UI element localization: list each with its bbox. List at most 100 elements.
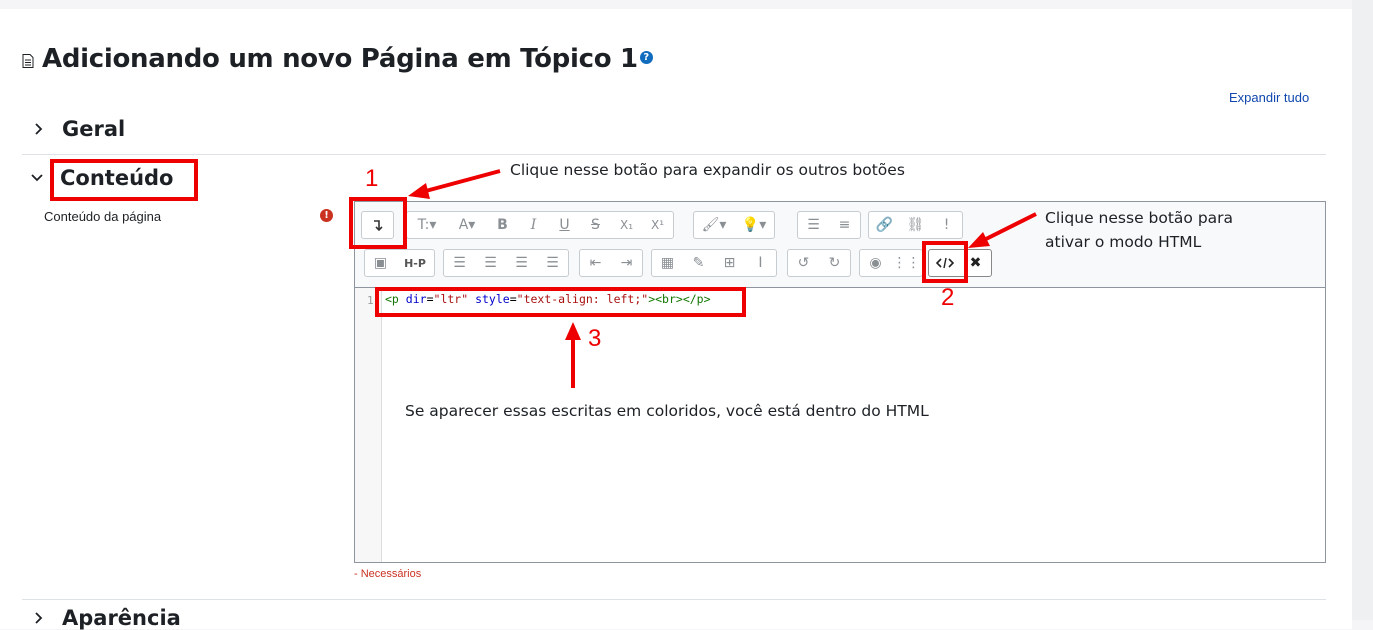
subscript-icon: X₁ bbox=[619, 218, 634, 232]
clear-format-button[interactable]: I bbox=[745, 250, 776, 276]
italic-button[interactable]: I bbox=[518, 212, 549, 238]
align-right-button[interactable]: ☰ bbox=[506, 250, 537, 276]
annotation-note-2-line1: Clique nesse botão para bbox=[1045, 209, 1234, 227]
group-style: 🖌▾ 💡▾ bbox=[693, 211, 775, 239]
outdent-button[interactable]: ⇤ bbox=[580, 250, 611, 276]
accessibility-button[interactable]: ◉ bbox=[860, 250, 891, 276]
table-button[interactable]: ⊞ bbox=[714, 250, 745, 276]
indent-icon: ⇥ bbox=[620, 255, 633, 271]
grid-icon: ⋮⋮ bbox=[892, 255, 921, 271]
align-center-icon: ☰ bbox=[484, 255, 497, 271]
annotation-number-3: 3 bbox=[588, 325, 602, 352]
equation-button[interactable]: ▦ bbox=[652, 250, 683, 276]
chevron-right-icon bbox=[35, 123, 43, 135]
image-button[interactable]: ▣ bbox=[365, 250, 396, 276]
underline-button[interactable]: U bbox=[549, 212, 580, 238]
indent-button[interactable]: ⇥ bbox=[611, 250, 642, 276]
align-right-icon: ☰ bbox=[515, 255, 528, 271]
fullscreen-icon: ✖ bbox=[969, 255, 982, 271]
h5p-button[interactable]: H-P bbox=[396, 250, 434, 276]
superscript-button[interactable]: X¹ bbox=[642, 212, 673, 238]
group-a11y: ◉ ⋮⋮ bbox=[859, 249, 923, 277]
table-icon: ⊞ bbox=[723, 255, 736, 271]
highlight-expand-button bbox=[349, 197, 407, 249]
expand-all-link[interactable]: Expandir tudo bbox=[1229, 90, 1309, 105]
font-style-icon: T:▾ bbox=[417, 217, 437, 233]
chevron-down-icon bbox=[31, 174, 43, 182]
required-note: - Necessários bbox=[354, 568, 422, 580]
strikethrough-button[interactable]: S bbox=[580, 212, 611, 238]
unlink-button[interactable]: ⛓ bbox=[900, 212, 931, 238]
annotation-number-2: 2 bbox=[941, 284, 955, 311]
align-left-icon: ☰ bbox=[453, 255, 466, 271]
align-center-button[interactable]: ☰ bbox=[475, 250, 506, 276]
screenreader-button[interactable]: ⋮⋮ bbox=[891, 250, 922, 276]
h5p-icon: H-P bbox=[404, 256, 426, 270]
group-history: ↺ ↻ bbox=[787, 249, 851, 277]
strikethrough-icon: S bbox=[591, 217, 600, 233]
text-cursor-icon: I bbox=[758, 255, 763, 271]
group-indent: ⇤ ⇥ bbox=[579, 249, 643, 277]
numbered-list-icon: ≡ bbox=[838, 217, 851, 233]
paint-brush-icon: 🖌▾ bbox=[701, 217, 727, 233]
line-number: 1 bbox=[367, 294, 374, 307]
section-aparencia-toggle[interactable]: Aparência bbox=[30, 606, 181, 630]
redo-button[interactable]: ↻ bbox=[819, 250, 850, 276]
numbered-list-button[interactable]: ≡ bbox=[829, 212, 860, 238]
highlight-code-line bbox=[375, 287, 746, 317]
paint-brush-dropdown[interactable]: 🖌▾ bbox=[694, 212, 734, 238]
section-aparencia-title: Aparência bbox=[62, 606, 181, 630]
outdent-icon: ⇤ bbox=[589, 255, 602, 271]
align-justify-icon: ☰ bbox=[546, 255, 559, 271]
subscript-button[interactable]: X₁ bbox=[611, 212, 642, 238]
edit-button[interactable]: ✎ bbox=[683, 250, 714, 276]
line-number-gutter: 1 bbox=[355, 288, 382, 562]
annotation-number-1: 1 bbox=[365, 165, 379, 192]
accessibility-icon: ◉ bbox=[869, 255, 882, 271]
divider bbox=[22, 154, 1326, 155]
redo-icon: ↻ bbox=[828, 255, 841, 271]
undo-icon: ↺ bbox=[797, 255, 810, 271]
html-editor[interactable]: T:▾ A▾ B I U S X₁ X¹ 🖌▾ 💡▾ ☰ ≡ 🔗 ⛓ ! ▣ H… bbox=[354, 201, 1326, 563]
scrollbar-track[interactable] bbox=[1352, 0, 1373, 620]
group-align: ☰ ☰ ☰ ☰ bbox=[443, 249, 569, 277]
highlight-conteudo bbox=[50, 159, 198, 201]
group-insert: ▦ ✎ ⊞ I bbox=[651, 249, 777, 277]
align-justify-button[interactable]: ☰ bbox=[537, 250, 568, 276]
group-lists: ☰ ≡ bbox=[797, 211, 861, 239]
link-button[interactable]: 🔗 bbox=[869, 212, 900, 238]
group-links: 🔗 ⛓ ! bbox=[868, 211, 963, 239]
image-icon: ▣ bbox=[373, 255, 388, 271]
edit-icon: ✎ bbox=[692, 255, 705, 271]
section-geral-title: Geral bbox=[62, 117, 126, 141]
annotation-note-1: Clique nesse botão para expandir os outr… bbox=[510, 161, 905, 179]
help-icon[interactable]: ? bbox=[639, 50, 653, 64]
unlink-icon: ⛓ bbox=[906, 217, 925, 233]
calculator-icon: ▦ bbox=[660, 255, 675, 271]
bullet-list-icon: ☰ bbox=[807, 217, 820, 233]
bold-button[interactable]: B bbox=[487, 212, 518, 238]
warning-button[interactable]: ! bbox=[931, 212, 962, 238]
page-header: Adicionando um novo Página em Tópico 1 ? bbox=[22, 44, 653, 74]
lightbulb-dropdown[interactable]: 💡▾ bbox=[734, 212, 774, 238]
undo-button[interactable]: ↺ bbox=[788, 250, 819, 276]
annotation-note-3: Se aparecer essas escritas em coloridos,… bbox=[405, 402, 929, 420]
highlight-html-button bbox=[922, 241, 968, 283]
annotation-note-2-line2: ativar o modo HTML bbox=[1045, 233, 1202, 251]
font-color-dropdown[interactable]: A▾ bbox=[447, 212, 487, 238]
exclamation-icon: ! bbox=[943, 217, 950, 233]
italic-icon: I bbox=[530, 217, 537, 233]
superscript-icon: X¹ bbox=[650, 218, 665, 232]
bullet-list-button[interactable]: ☰ bbox=[798, 212, 829, 238]
font-style-dropdown[interactable]: T:▾ bbox=[407, 212, 447, 238]
align-left-button[interactable]: ☰ bbox=[444, 250, 475, 276]
page-icon bbox=[22, 54, 34, 68]
bold-icon: B bbox=[497, 217, 508, 233]
link-icon: 🔗 bbox=[875, 217, 894, 233]
section-geral-toggle[interactable]: Geral bbox=[30, 117, 125, 141]
lightbulb-icon: 💡▾ bbox=[741, 217, 767, 233]
chevron-right-icon bbox=[35, 612, 43, 624]
group-media: ▣ H-P bbox=[364, 249, 435, 277]
font-color-icon: A▾ bbox=[458, 217, 476, 233]
field-label: Conteúdo da página bbox=[44, 209, 162, 224]
